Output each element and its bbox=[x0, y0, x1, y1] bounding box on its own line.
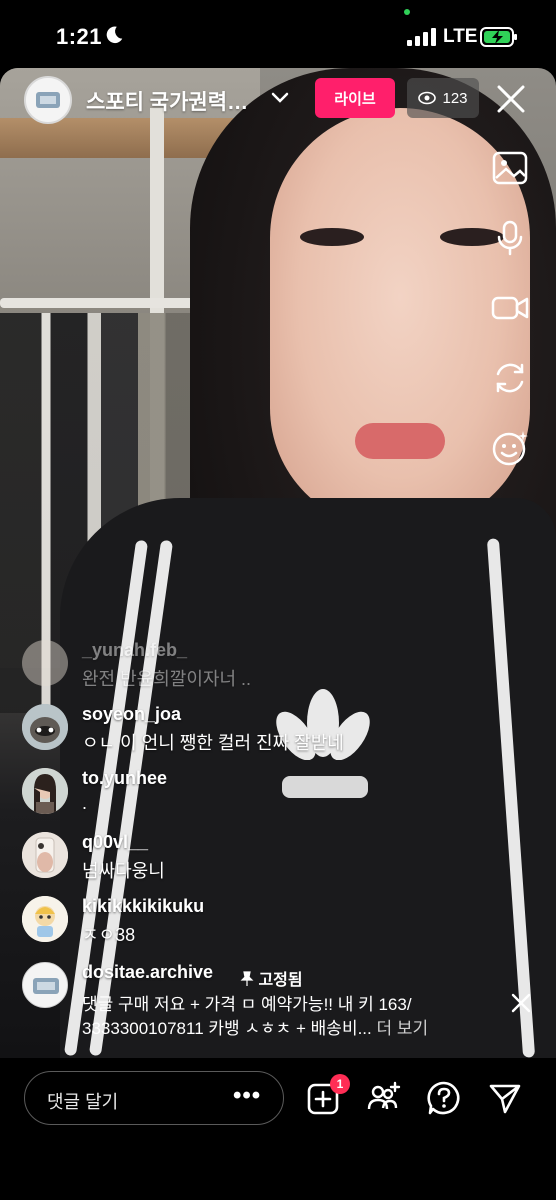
see-more-link[interactable]: 더 보기 bbox=[377, 1019, 429, 1038]
notification-badge: 1 bbox=[330, 1074, 350, 1094]
comment-placeholder: 댓글 달기 bbox=[47, 1092, 119, 1112]
comment-username[interactable]: _yunah.feb_ bbox=[82, 640, 187, 661]
comment-text: 완전 반윤희깔이자너 .. bbox=[82, 669, 252, 689]
battery-charging-icon bbox=[480, 27, 517, 47]
send-icon[interactable] bbox=[487, 1080, 523, 1116]
microphone-icon[interactable] bbox=[490, 218, 530, 258]
commenter-avatar[interactable] bbox=[22, 768, 68, 814]
comment-input[interactable]: 댓글 달기 ••• bbox=[24, 1071, 284, 1125]
pin-icon bbox=[240, 971, 254, 986]
pinned-username[interactable]: dositae.archive bbox=[82, 962, 213, 983]
commenter-avatar[interactable] bbox=[22, 832, 68, 878]
commenter-avatar[interactable] bbox=[22, 640, 68, 686]
eye-icon bbox=[418, 91, 437, 105]
comment-username[interactable]: to.yunhee bbox=[82, 768, 167, 789]
face-effects-icon[interactable] bbox=[490, 428, 530, 468]
pinned-comment[interactable]: dositae.archive 고정됨 댓글 구매 저요 + 가격 ㅁ 예약가능… bbox=[22, 962, 542, 1042]
image-icon[interactable] bbox=[490, 148, 530, 188]
status-time: 1:21 bbox=[56, 24, 103, 49]
chevron-down-icon[interactable] bbox=[270, 90, 290, 106]
close-icon[interactable] bbox=[494, 82, 528, 116]
host-avatar[interactable] bbox=[24, 76, 72, 124]
commenter-avatar[interactable] bbox=[22, 896, 68, 942]
live-badge: 라이브 bbox=[315, 78, 395, 118]
viewer-count-badge[interactable]: 123 bbox=[407, 78, 479, 118]
comment-text: ㅇㄴ 이 언니 쨍한 컬러 진짜 잘받네 bbox=[82, 733, 344, 753]
network-type: LTE bbox=[443, 26, 478, 47]
privacy-indicator bbox=[404, 9, 410, 15]
moon-icon bbox=[106, 26, 123, 44]
comment-username[interactable]: q00vl__ bbox=[82, 832, 148, 853]
viewer-count: 123 bbox=[442, 89, 468, 107]
status-bar: 1:21 LTE bbox=[0, 0, 556, 68]
host-name[interactable]: 스포티 국가권력… bbox=[86, 86, 248, 116]
comment-text: 넘싸다웅니 bbox=[82, 861, 165, 881]
signal-icon bbox=[407, 28, 436, 46]
pinned-text-line2: 3333300107811 카뱅 ㅅㅎㅊ + 배송비... 더 보기 bbox=[82, 1019, 429, 1038]
video-camera-icon[interactable] bbox=[490, 288, 530, 328]
commenter-avatar[interactable] bbox=[22, 962, 68, 1008]
pinned-text-line1: 댓글 구매 저요 + 가격 ㅁ 예약가능!! 내 키 163/ bbox=[82, 995, 412, 1014]
pinned-label: 고정됨 bbox=[240, 966, 303, 990]
side-toolbar bbox=[490, 148, 534, 478]
flip-camera-icon[interactable] bbox=[490, 358, 530, 398]
comment-text: ㅈㅇ38 bbox=[82, 925, 136, 945]
question-icon[interactable] bbox=[426, 1080, 462, 1116]
close-pinned-icon[interactable] bbox=[510, 992, 532, 1014]
comment-text: . bbox=[82, 793, 88, 813]
comment-username[interactable]: kikikkkikikuku bbox=[82, 896, 204, 917]
commenter-avatar[interactable] bbox=[22, 704, 68, 750]
more-options-button[interactable]: ••• bbox=[233, 1082, 261, 1110]
add-people-icon[interactable] bbox=[366, 1080, 402, 1116]
comment-username[interactable]: soyeon_joa bbox=[82, 704, 181, 725]
